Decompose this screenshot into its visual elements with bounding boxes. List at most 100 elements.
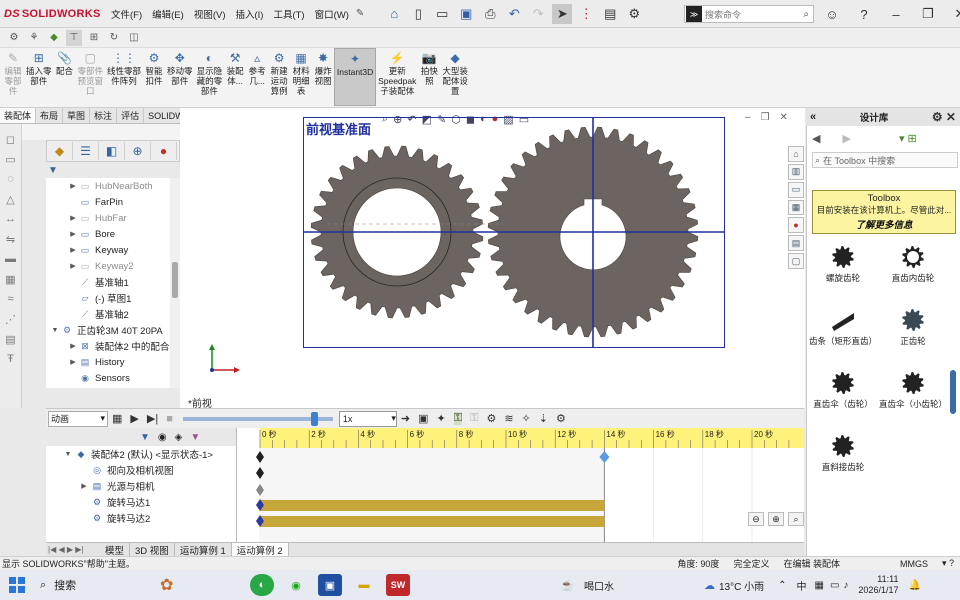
command-button[interactable]: ▵ 参考 几... bbox=[246, 48, 268, 86]
motion-filter-icon[interactable]: ▼ bbox=[140, 432, 150, 443]
autokey-icon[interactable]: ⚿ bbox=[453, 412, 463, 425]
command-button[interactable]: ⋮⋮ 线性零部 件阵列 bbox=[105, 48, 143, 86]
document-tab[interactable]: 运动算例 2 bbox=[231, 542, 289, 557]
ime-grid-icon[interactable]: ▦ bbox=[815, 580, 824, 591]
feature-tree-tab-icon[interactable]: ◆ bbox=[47, 142, 73, 160]
solidworks-taskbar-icon[interactable]: SW bbox=[386, 574, 410, 596]
command-button[interactable]: ◆ 大型装 配体设 置 bbox=[440, 48, 470, 96]
design-library-tab-icon[interactable]: ▥ bbox=[788, 163, 804, 180]
save-animation-icon[interactable]: ▣ bbox=[418, 412, 428, 425]
notification-icon[interactable]: 🔔 bbox=[908, 580, 920, 591]
expand-arrow-icon[interactable]: ▶ bbox=[68, 358, 78, 366]
command-search[interactable]: ≫ 搜索命令 ⌕ bbox=[684, 5, 814, 23]
toolbox-item[interactable]: 正齿轮 bbox=[878, 307, 948, 347]
drink-reminder-icon[interactable]: ☕ bbox=[555, 574, 579, 596]
user-account-icon[interactable]: ☺ bbox=[822, 4, 842, 24]
browser-app-icon[interactable]: ◐ bbox=[250, 574, 274, 596]
store-icon[interactable]: ▣ bbox=[318, 574, 342, 596]
rebuild-icon[interactable]: ▤ bbox=[600, 4, 620, 24]
file-explorer-icon[interactable]: ▬ bbox=[352, 574, 376, 596]
custom-properties-tab-icon[interactable]: ▤ bbox=[788, 235, 804, 252]
command-tab[interactable]: 布局 bbox=[36, 108, 64, 123]
toolbox-item[interactable]: 螺旋齿轮 bbox=[808, 244, 878, 284]
playback-slider[interactable] bbox=[182, 411, 333, 426]
motion-study-properties-icon[interactable]: ⚙ bbox=[556, 412, 566, 425]
weather-icon[interactable]: ☁ bbox=[704, 579, 715, 592]
component-icon[interactable]: ▤ bbox=[5, 333, 15, 347]
motor-timeline-bar[interactable] bbox=[260, 516, 605, 527]
wave-icon[interactable]: ≈ bbox=[7, 293, 13, 307]
tab-scroll-arrows[interactable]: |◀ ◀ ▶ ▶| bbox=[46, 545, 100, 554]
expand-arrow-icon[interactable]: ▶ bbox=[68, 182, 78, 190]
new-document-icon[interactable]: ▯ bbox=[408, 4, 428, 24]
toolbox-item[interactable]: 齿条（矩形直齿） bbox=[808, 307, 878, 347]
lasso-icon[interactable]: ◌ bbox=[7, 173, 14, 187]
help-icon[interactable]: ? bbox=[854, 4, 874, 24]
command-button[interactable]: ⊞ 插入零 部件 bbox=[24, 48, 54, 86]
filter-driving-icon[interactable]: ◈ bbox=[175, 432, 183, 443]
rotate-icon[interactable]: ↻ bbox=[106, 30, 122, 46]
command-button[interactable]: ✦ Instant3D bbox=[334, 48, 377, 106]
magnifier-icon[interactable]: ⌕ bbox=[803, 9, 809, 20]
expand-arrow-icon[interactable]: ▼ bbox=[50, 327, 60, 334]
task-pane-scrollbar[interactable] bbox=[950, 370, 956, 414]
back-icon[interactable]: ◀ bbox=[812, 132, 820, 145]
tree-item[interactable]: ▶ ⊠ 装配体2 中的配合 bbox=[46, 338, 170, 354]
doc-close-icon[interactable]: ✕ bbox=[780, 112, 788, 123]
command-button[interactable]: ⚡ 更新 Speedpak 子装配体 bbox=[376, 48, 418, 96]
timeline-zoom-fit-icon[interactable]: ⌕ bbox=[788, 512, 804, 526]
study-type-select[interactable]: 动画 ▾ bbox=[48, 410, 108, 427]
document-tab[interactable]: 3D 视图 bbox=[130, 542, 175, 557]
command-tab[interactable]: 草图 bbox=[63, 108, 91, 123]
status-units[interactable]: MMGS bbox=[900, 559, 928, 569]
tray-arrow-icon[interactable]: ⌃ bbox=[778, 580, 786, 591]
color-cube-icon[interactable]: ◆ bbox=[46, 30, 62, 46]
ime-indicator[interactable]: 中 bbox=[797, 578, 807, 593]
banner-link[interactable]: 了解更多信息 bbox=[813, 217, 955, 231]
mirror-icon[interactable]: ⇋ bbox=[6, 233, 15, 247]
motor-tool-icon[interactable]: ⚙ bbox=[486, 412, 496, 425]
search-input[interactable]: 搜索命令 bbox=[705, 8, 741, 21]
play-from-start-icon[interactable]: ▶| bbox=[147, 412, 158, 425]
options-gear-icon[interactable]: ⚙ bbox=[624, 4, 644, 24]
widget-flower-icon[interactable]: ✿ bbox=[160, 572, 220, 598]
arrange-icon[interactable]: ◫ bbox=[126, 30, 142, 46]
assembly-tool-icon[interactable]: ⚙ bbox=[6, 30, 22, 46]
menu-item[interactable]: 编辑(E) bbox=[147, 7, 189, 21]
expand-arrow-icon[interactable]: ▶ bbox=[68, 262, 78, 270]
playback-slider-knob[interactable] bbox=[310, 411, 318, 426]
timeline-zoom-in-icon[interactable]: ⊕ bbox=[768, 512, 784, 526]
filter-animated-icon[interactable]: ◉ bbox=[158, 432, 167, 443]
collapse-pane-icon[interactable]: « bbox=[810, 111, 816, 123]
start-button[interactable] bbox=[4, 572, 30, 598]
tree-item[interactable]: ⟋ 基准轴1 bbox=[46, 274, 170, 290]
minimize-window-icon[interactable]: – bbox=[886, 4, 906, 24]
tree-item[interactable]: ▶ ▭ Keyway2 bbox=[46, 258, 170, 274]
motion-tree-item[interactable]: ⚙ 旋转马达2 bbox=[46, 510, 236, 526]
dimension-icon[interactable]: ↔ bbox=[5, 213, 16, 227]
traffic-light-icon[interactable]: ⋮ bbox=[576, 4, 596, 24]
command-tab[interactable]: 装配体 bbox=[0, 108, 37, 123]
home-icon[interactable]: ⌂ bbox=[384, 4, 404, 24]
drink-reminder-label[interactable]: 喝口水 bbox=[584, 578, 614, 593]
taskbar-search[interactable]: ⌕ 搜索 bbox=[30, 572, 160, 598]
animation-wizard-icon[interactable]: ✦ bbox=[436, 412, 445, 425]
document-tab[interactable]: 模型 bbox=[100, 542, 131, 557]
tree-item[interactable]: ▶ ▭ HubNearBoth bbox=[46, 178, 170, 194]
spring-icon[interactable]: ≋ bbox=[504, 412, 513, 425]
solidworks-logo[interactable]: DS SOLIDWORKS bbox=[0, 0, 100, 28]
command-button[interactable]: 📷 拍快 照 bbox=[418, 48, 440, 86]
motion-tree-item[interactable]: ▼ ◆ 装配体2 (默认) <显示状态-1> bbox=[46, 446, 236, 462]
doc-minimize-icon[interactable]: – bbox=[745, 112, 751, 123]
appearances-tab-icon[interactable]: ● bbox=[788, 217, 804, 234]
tree-item[interactable]: ▱ (-) 草图1 bbox=[46, 290, 170, 306]
weather-text[interactable]: 13°C 小雨 bbox=[719, 578, 764, 593]
toolbox-item[interactable]: 直齿伞（小齿轮） bbox=[878, 370, 948, 410]
pane-options-icon[interactable]: ⚙ ✕ bbox=[932, 110, 956, 124]
expand-arrow-icon[interactable]: ▶ bbox=[68, 246, 78, 254]
contact-icon[interactable]: ✧ bbox=[522, 412, 531, 425]
gravity-icon[interactable]: ⇣ bbox=[539, 412, 548, 425]
expand-arrow-icon[interactable]: ▶ bbox=[68, 230, 78, 238]
forward-icon[interactable]: ▶ bbox=[842, 132, 850, 145]
command-button[interactable]: ⚒ 装配 体... bbox=[224, 48, 246, 86]
